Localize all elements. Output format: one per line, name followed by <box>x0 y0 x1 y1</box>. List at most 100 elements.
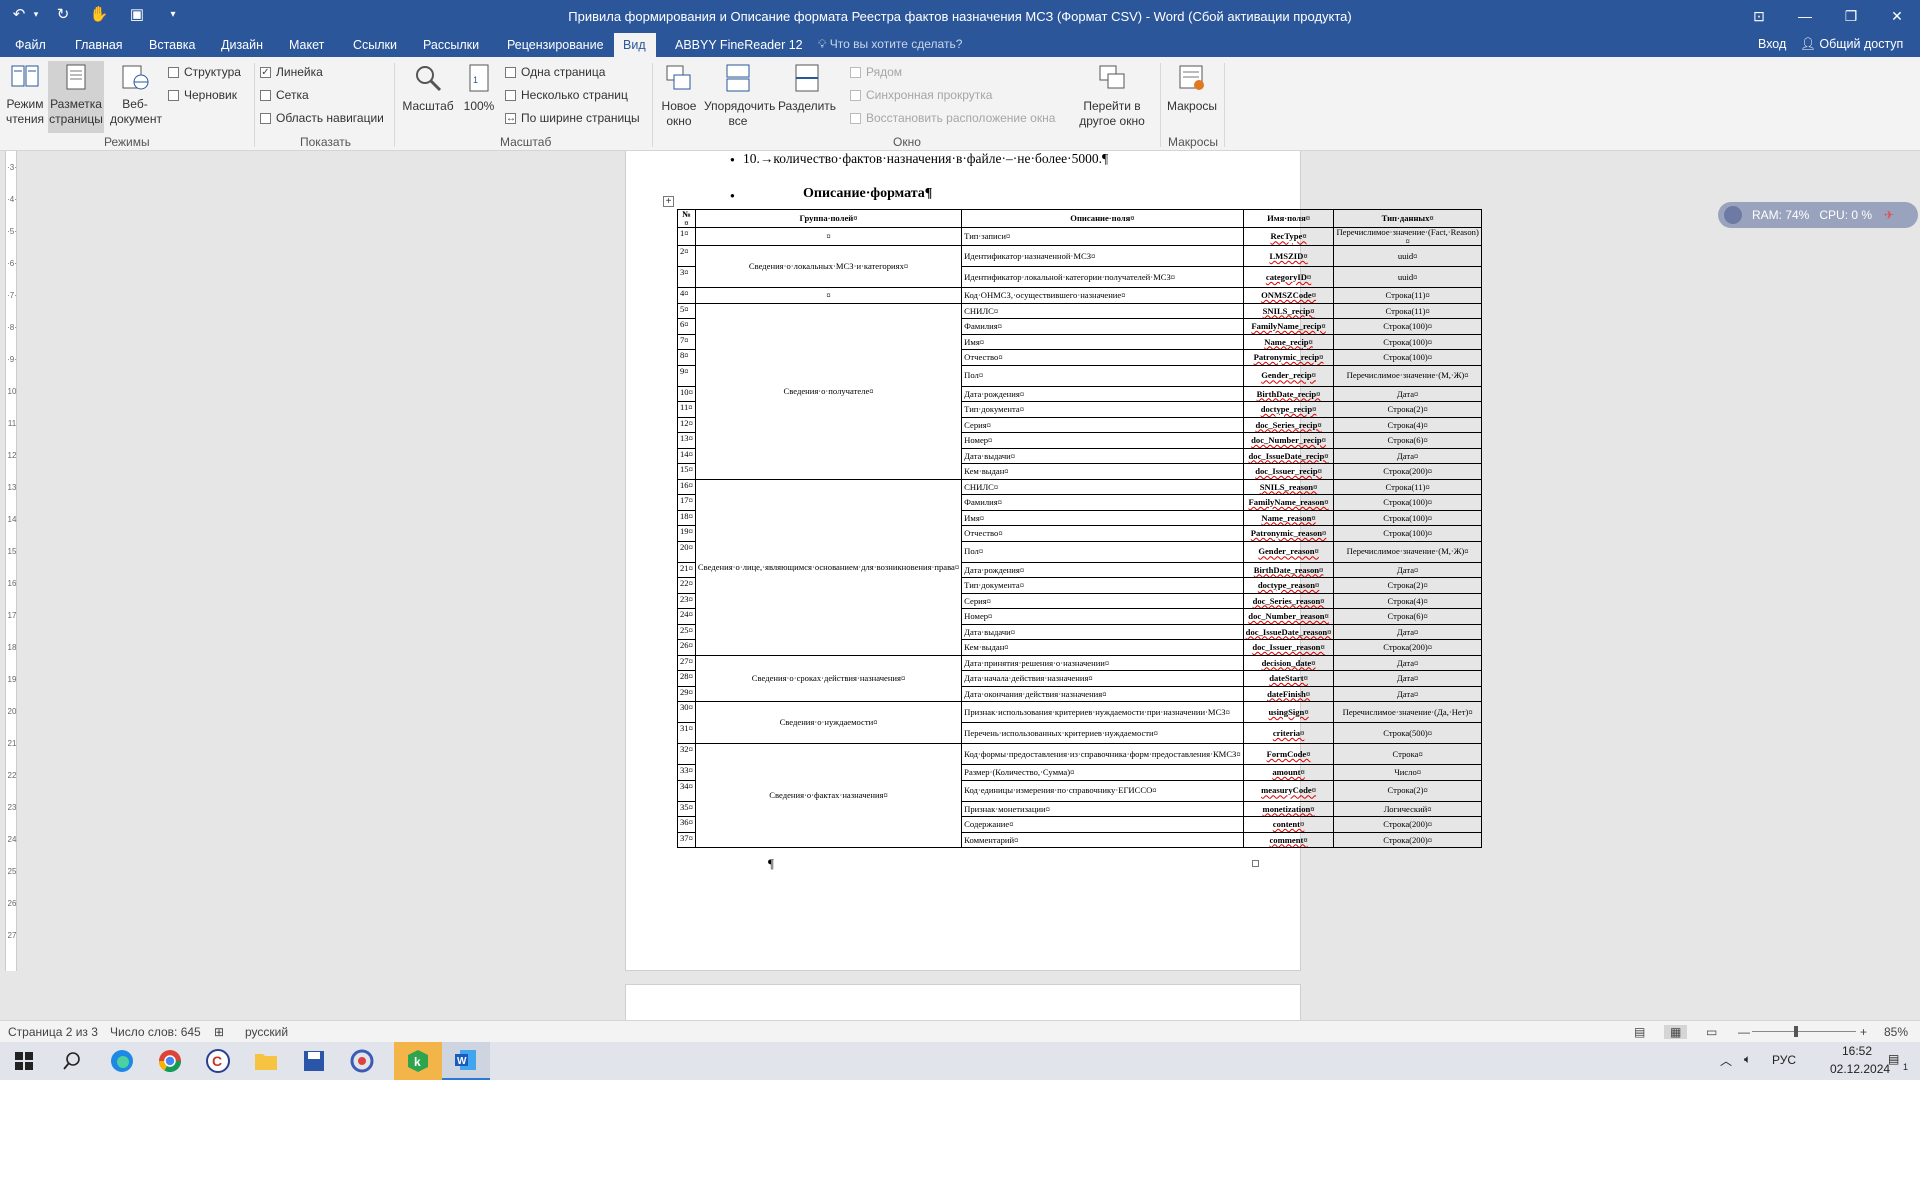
tab-abbyy[interactable]: ABBYY FineReader 12 <box>666 33 812 57</box>
tab-file[interactable]: Файл <box>6 33 55 57</box>
document-page[interactable]: ● 10.→количество·фактов·назначения·в·фай… <box>625 151 1482 971</box>
undo-icon[interactable]: ↶ <box>8 5 30 23</box>
page-count[interactable]: Страница 2 из 3 <box>8 1025 98 1039</box>
switch-windows-icon <box>1099 65 1125 89</box>
clock-date[interactable]: 02.12.2024 <box>1830 1062 1890 1076</box>
undo-dropdown-icon[interactable]: ▾ <box>30 9 42 20</box>
chrome-taskbar-button[interactable] <box>146 1042 194 1080</box>
share-button[interactable]: 👤︎ Общий доступ <box>1800 37 1903 52</box>
save-icon[interactable]: ▣ <box>126 5 148 23</box>
synchronous-scrolling-button[interactable]: Синхронная прокрутка <box>850 88 992 102</box>
row-number-cell: 1¤ <box>677 227 696 246</box>
row-number-cell: 27¤ <box>677 654 696 671</box>
new-window-button[interactable]: Новое окно <box>656 63 702 129</box>
tell-me-search[interactable]: 💡︎ Что вы хотите сделать? <box>818 37 962 52</box>
tab-review[interactable]: Рецензирование <box>498 33 613 57</box>
redo-icon[interactable]: ↻ <box>52 5 74 23</box>
restore-button[interactable]: ❐ <box>1828 0 1874 33</box>
word-count[interactable]: Число слов: 645 <box>110 1025 201 1039</box>
tab-view[interactable]: Вид <box>614 33 656 57</box>
tab-home[interactable]: Главная <box>66 33 132 57</box>
row-number-cell: 23¤ <box>677 592 696 609</box>
multiple-pages-label: Несколько страниц <box>521 88 628 102</box>
gridlines-checkbox[interactable]: Сетка <box>260 88 309 102</box>
tray-overflow-icon[interactable]: ︿ <box>1720 1052 1732 1069</box>
field-name-cell: Gender_recip¤ <box>1242 364 1335 387</box>
sign-in-link[interactable]: Вход <box>1758 37 1786 51</box>
input-language[interactable]: РУС <box>1772 1053 1796 1067</box>
ruler-tick: ·9· <box>7 355 17 364</box>
split-button[interactable]: Разделить <box>776 63 838 114</box>
table-resize-handle[interactable] <box>1252 860 1259 867</box>
data-type-cell: Строка(200)¤ <box>1333 816 1482 833</box>
multiple-pages-button[interactable]: Несколько страниц <box>505 88 628 102</box>
description-cell: Имя¤ <box>961 333 1244 350</box>
explorer-taskbar-button[interactable] <box>242 1042 290 1080</box>
minimize-button[interactable]: — <box>1782 0 1828 33</box>
start-button[interactable] <box>0 1042 48 1080</box>
macros-button[interactable]: Макросы <box>1164 63 1220 114</box>
floppy-app-taskbar-button[interactable] <box>290 1042 338 1080</box>
ruler-checkbox[interactable]: ✓ Линейка <box>260 65 323 79</box>
draft-button[interactable]: Черновик <box>168 88 237 102</box>
zoom-slider-thumb[interactable] <box>1794 1026 1798 1037</box>
tab-mailings[interactable]: Рассылки <box>414 33 488 57</box>
edge-taskbar-button[interactable] <box>98 1042 146 1080</box>
table-move-handle-icon[interactable]: + <box>663 196 674 207</box>
close-button[interactable]: ✕ <box>1874 0 1920 33</box>
clock-time[interactable]: 16:52 <box>1842 1044 1872 1058</box>
reset-window-position-button[interactable]: Восстановить расположение окна <box>850 111 1055 125</box>
word-taskbar-button[interactable]: W <box>442 1042 490 1080</box>
one-page-button[interactable]: Одна страница <box>505 65 605 79</box>
navigation-pane-checkbox[interactable]: Область навигации <box>260 111 384 125</box>
table-row: 5¤ Сведения·о·получателе¤ СНИЛС¤ SNILS_reci… <box>677 302 1482 480</box>
kaspersky-taskbar-button[interactable]: k <box>394 1042 442 1080</box>
zoom-slider[interactable] <box>1752 1026 1856 1037</box>
zoom-100-label: 100% <box>463 99 495 113</box>
arrange-all-button[interactable]: Упорядочить все <box>704 63 775 129</box>
row-number-cell: 32¤ <box>677 743 696 765</box>
search-button[interactable] <box>48 1042 96 1080</box>
tab-layout[interactable]: Макет <box>280 33 333 57</box>
outline-button[interactable]: Структура <box>168 65 241 79</box>
print-layout-button[interactable]: Разметка страницы <box>48 61 104 133</box>
touch-mode-icon[interactable]: ✋ <box>88 5 110 23</box>
field-name-cell: doc_Number_reason¤ <box>1242 608 1335 625</box>
tab-insert[interactable]: Вставка <box>140 33 204 57</box>
proofing-icon[interactable]: ⊞ <box>214 1025 224 1039</box>
zoom-button[interactable]: Масштаб <box>400 63 456 114</box>
customize-qat-icon[interactable]: ▾ <box>162 9 184 20</box>
zoom-100-button[interactable]: 1 100% <box>460 63 498 114</box>
field-name-cell: doc_Issuer_recip¤ <box>1242 463 1335 480</box>
rocket-icon: ✈︎ <box>1884 208 1895 222</box>
notifications-icon[interactable]: ▤ <box>1888 1052 1899 1066</box>
zoom-in-icon[interactable]: + <box>1860 1025 1867 1039</box>
side-by-side-label: Рядом <box>866 65 903 79</box>
document-page-next[interactable] <box>625 984 1301 1020</box>
zoom-level[interactable]: 85% <box>1884 1025 1908 1039</box>
field-name-cell: monetization¤ <box>1242 800 1335 817</box>
system-monitor-widget[interactable]: RAM: 74% CPU: 0 % ✈︎ <box>1718 202 1918 228</box>
ribbon-display-options-icon[interactable]: ⊡ <box>1736 0 1782 33</box>
page-width-button[interactable]: ↔ По ширине страницы <box>505 111 640 125</box>
tab-references[interactable]: Ссылки <box>344 33 406 57</box>
read-mode-button[interactable]: Режим чтения <box>2 63 48 127</box>
vertical-ruler[interactable]: ·3· ·4· ·5· ·6· ·7· ·8· ·9· 10 11 12 13 … <box>5 151 17 971</box>
switch-windows-button[interactable]: Перейти в другое окно <box>1070 63 1154 129</box>
list-bullet: ● <box>730 155 735 164</box>
language[interactable]: русский <box>245 1025 288 1039</box>
zoom-out-icon[interactable]: — <box>1738 1025 1750 1039</box>
read-mode-view-icon[interactable]: ▤ <box>1634 1025 1645 1039</box>
c-app-taskbar-button[interactable]: C <box>194 1042 242 1080</box>
remote-app-taskbar-button[interactable] <box>338 1042 386 1080</box>
print-layout-view-icon[interactable]: ▦ <box>1664 1025 1688 1039</box>
view-side-by-side-button[interactable]: Рядом <box>850 65 902 79</box>
data-type-cell: Строка(100)¤ <box>1333 494 1482 511</box>
web-layout-view-icon[interactable]: ▭ <box>1706 1025 1717 1039</box>
description-cell: Пол¤ <box>961 364 1244 387</box>
checkbox-checked-icon: ✓ <box>260 66 271 78</box>
draft-icon <box>168 89 179 101</box>
tab-design[interactable]: Дизайн <box>212 33 272 57</box>
web-layout-button[interactable]: Веб-документ <box>110 63 162 127</box>
volume-muted-icon[interactable]: 🔈︎ <box>1744 1052 1751 1067</box>
